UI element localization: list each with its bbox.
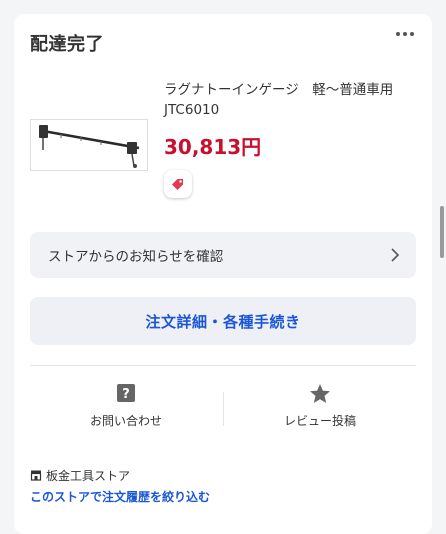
contact-button[interactable]: ? お問い合わせ: [30, 380, 222, 440]
delivery-status: 配達完了: [30, 34, 104, 55]
star-icon: [310, 384, 330, 403]
review-button[interactable]: レビュー投稿: [224, 380, 416, 440]
order-card: 配達完了 ラグナトーインゲージ 軽〜普通車用 JTC6010 30,813円 ス…: [14, 14, 432, 534]
product-price: 30,813円: [164, 135, 262, 159]
store-notice-label: ストアからのお知らせを確認: [48, 249, 224, 265]
scrollbar[interactable]: [440, 206, 444, 258]
more-options-icon[interactable]: [396, 32, 414, 36]
filter-by-store-link[interactable]: このストアで注文履歴を絞り込む: [30, 488, 210, 505]
divider: [30, 365, 416, 366]
order-details-button[interactable]: 注文詳細・各種手続き: [30, 297, 416, 345]
svg-text:?: ?: [122, 387, 130, 402]
product-thumbnail[interactable]: [30, 119, 148, 171]
store-icon: [30, 470, 42, 481]
review-label: レビュー投稿: [283, 414, 356, 428]
store-name: 板金工具ストア: [46, 469, 131, 483]
tram-gauge-image: [39, 125, 140, 168]
question-icon: ?: [117, 384, 135, 402]
store-notice-button[interactable]: ストアからのお知らせを確認: [30, 232, 416, 278]
price-tag-icon: [172, 179, 183, 190]
product-name[interactable]: ラグナトーインゲージ 軽〜普通車用 JTC6010: [164, 80, 424, 120]
store-info[interactable]: 板金工具ストア: [30, 467, 130, 484]
contact-label: お問い合わせ: [89, 414, 162, 428]
chevron-right-icon: [391, 248, 400, 262]
price-tag-button[interactable]: [164, 170, 192, 198]
